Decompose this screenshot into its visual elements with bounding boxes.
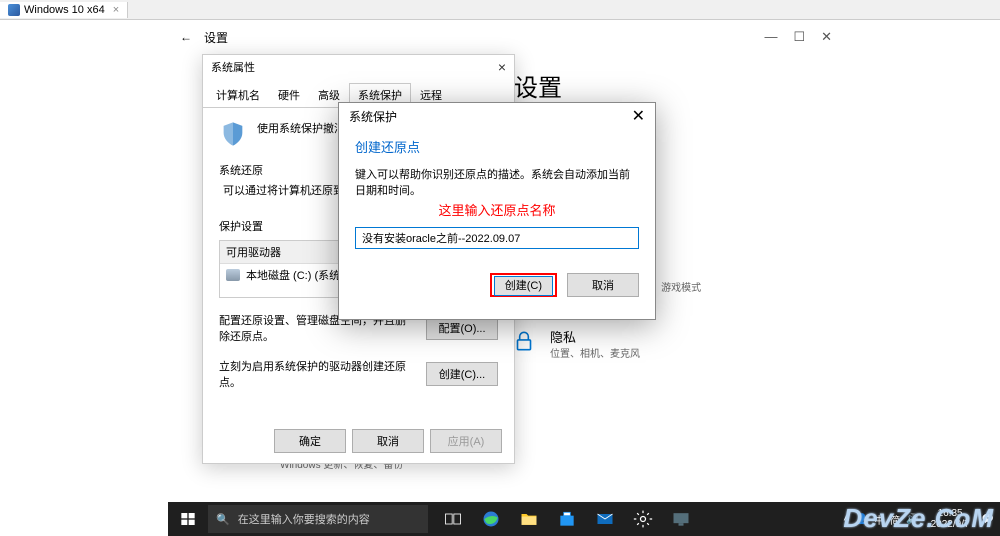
drive-icon — [226, 269, 240, 281]
vm-icon — [8, 4, 20, 16]
tray-people-icon[interactable]: 👤 — [856, 514, 868, 525]
red-annotation: 这里输入还原点名称 — [355, 200, 639, 219]
desktop: ← 设置 — ☐ ✕ 设置 机Android 设备和 iPhone 用默认应用、… — [0, 20, 1000, 502]
back-icon[interactable]: ← — [176, 30, 196, 44]
settings-taskbar-icon[interactable] — [624, 502, 662, 536]
cancel-button[interactable]: 取消 — [352, 429, 424, 453]
vm-tab[interactable]: Windows 10 x64 × — [0, 2, 128, 18]
category-privacy[interactable]: 隐私位置、相机、麦克风 — [504, 321, 800, 367]
drive-row-label: 本地磁盘 (C:) (系统) — [246, 267, 344, 283]
clock-time: 16:35 — [931, 508, 970, 519]
create-text: 立刻为启用系统保护的驱动器创建还原点。 — [219, 358, 416, 390]
explorer-icon[interactable] — [510, 502, 548, 536]
mail-icon[interactable] — [586, 502, 624, 536]
tab-hardware[interactable]: 硬件 — [269, 83, 309, 107]
close-icon[interactable]: ✕ — [821, 29, 832, 45]
system-protection-popup: 系统保护 ✕ 创建还原点 键入可以帮助你识别还原点的描述。系统会自动添加当前日期… — [338, 102, 656, 320]
vm-tab-label: Windows 10 x64 — [24, 4, 105, 16]
settings-heading: 设置 — [498, 68, 800, 103]
apply-button[interactable]: 应用(A) — [430, 429, 502, 453]
edge-icon[interactable] — [472, 502, 510, 536]
taskbar-search[interactable]: 🔍 在这里输入你要搜索的内容 — [208, 505, 428, 533]
shield-icon — [219, 120, 247, 148]
protect-close-icon[interactable]: ✕ — [632, 106, 645, 126]
sysprops-close-icon[interactable]: × — [498, 59, 506, 75]
tray-chevron-icon[interactable]: ˄ — [843, 513, 849, 525]
protect-create-button[interactable]: 创建(C) — [494, 276, 553, 296]
notification-icon[interactable]: 💬 — [982, 514, 994, 525]
store-icon[interactable] — [548, 502, 586, 536]
sysprops-title-text: 系统属性 — [211, 59, 498, 75]
sysprops-titlebar: 系统属性 × — [203, 55, 514, 79]
tab-computer-name[interactable]: 计算机名 — [207, 83, 269, 107]
tray-volume-icon[interactable]: 🔊 — [906, 514, 918, 525]
clock-date: 2022/9/7 — [931, 519, 970, 530]
tray-ime-2[interactable]: 简 — [890, 512, 900, 527]
create-button[interactable]: 创建(C)... — [426, 362, 498, 386]
protect-desc: 键入可以帮助你识别还原点的描述。系统会自动添加当前日期和时间。 — [355, 166, 639, 198]
taskbar: 🔍 在这里输入你要搜索的内容 ˄ 👤 中 简 🔊 16:35 2022/9/7 … — [168, 502, 1000, 536]
search-placeholder: 在这里输入你要搜索的内容 — [238, 511, 370, 527]
tray-ime-1[interactable]: 中 — [874, 512, 884, 527]
settings-title: 设置 — [204, 29, 228, 46]
taskbar-clock[interactable]: 16:35 2022/9/7 — [925, 508, 976, 530]
maximize-icon[interactable]: ☐ — [793, 29, 805, 45]
vm-tab-close-icon[interactable]: × — [113, 4, 119, 16]
restore-point-name-input[interactable] — [355, 227, 639, 249]
start-button[interactable] — [168, 502, 208, 536]
ok-button[interactable]: 确定 — [274, 429, 346, 453]
search-icon: 🔍 — [216, 513, 230, 526]
windows-icon — [180, 511, 196, 527]
vm-tab-bar: Windows 10 x64 × — [0, 0, 1000, 20]
protect-cancel-button[interactable]: 取消 — [567, 273, 639, 297]
create-button-highlight: 创建(C) — [490, 273, 557, 297]
minimize-icon[interactable]: — — [764, 29, 777, 45]
vm-taskbar-icon[interactable] — [662, 502, 700, 536]
system-tray: ˄ 👤 中 简 🔊 16:35 2022/9/7 💬 — [843, 502, 1000, 536]
create-restore-point-link: 创建还原点 — [355, 137, 639, 156]
task-view-icon[interactable] — [434, 502, 472, 536]
settings-titlebar: ← 设置 — ☐ ✕ — [168, 22, 840, 52]
protect-titlebar: 系统保护 ✕ — [339, 103, 655, 129]
protect-title-text: 系统保护 — [349, 108, 632, 125]
